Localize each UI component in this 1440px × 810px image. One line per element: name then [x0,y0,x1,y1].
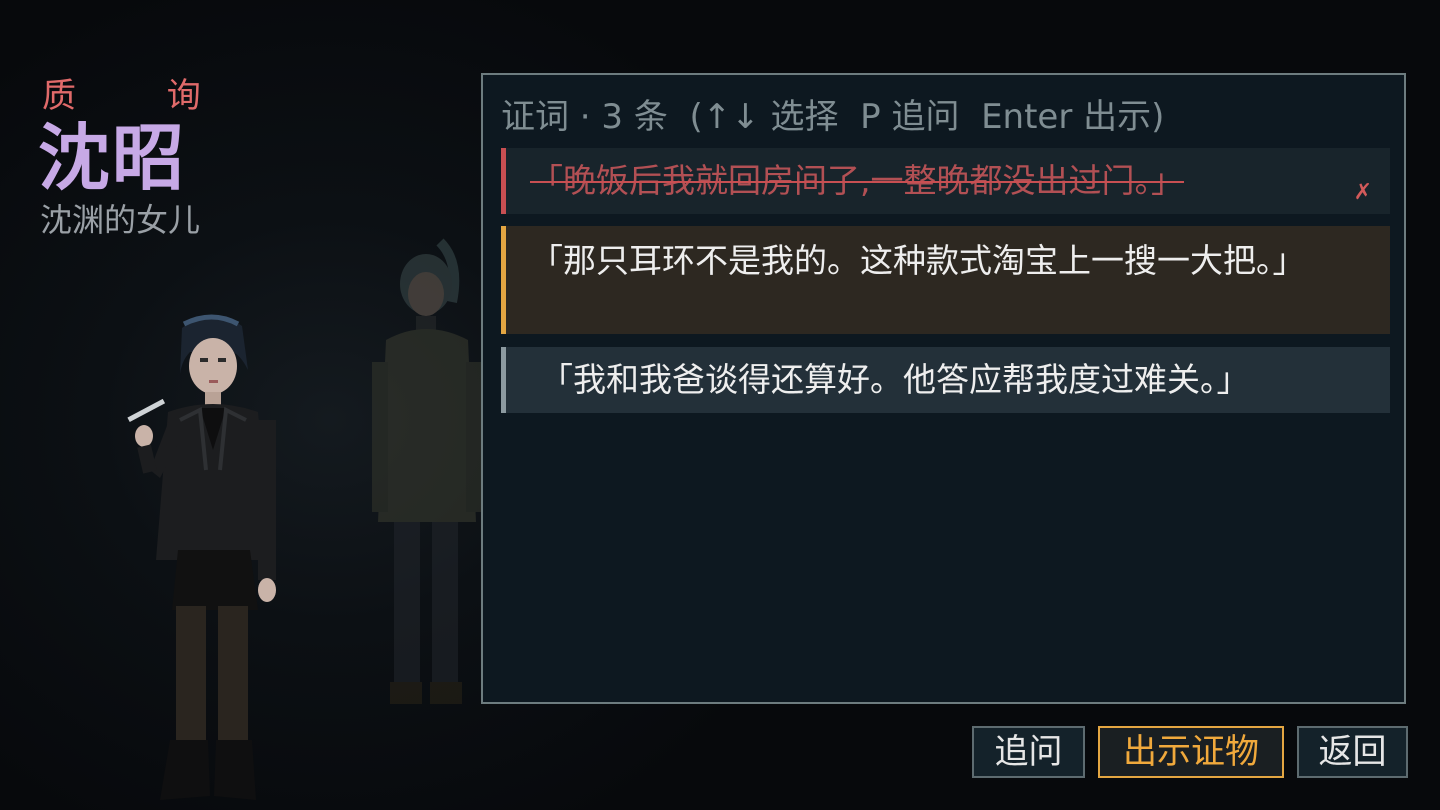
character-description: 沈渊的女儿 [40,201,201,239]
statement-1-contradicted[interactable]: 「晚饭后我就回房间了,一整晚都没出过门。」 ✗ [501,148,1390,214]
statement-3[interactable]: 「我和我爸谈得还算好。他答应帮我度过难关。」 [501,347,1390,413]
character-sprite [127,314,276,800]
character-name: 沈昭 [38,116,187,200]
statement-2-selected[interactable]: 「那只耳环不是我的。这种款式淘宝上一搜一大把。」 [501,226,1390,334]
present-evidence-button[interactable]: 出示证物 [1098,726,1284,778]
testimony-header: 证词 · 3 条 (↑↓ 选择 P 追问 Enter 出示) [501,97,1165,137]
statement-text: 「那只耳环不是我的。这种款式淘宝上一搜一大把。」 [530,241,1306,280]
game-screen: 质 询 沈昭 沈渊的女儿 证词 · 3 条 (↑↓ 选择 P 追问 Enter … [0,0,1440,810]
statement-text: 「晚饭后我就回房间了,一整晚都没出过门。」 [530,161,1184,200]
back-button[interactable]: 返回 [1297,726,1408,778]
press-button[interactable]: 追问 [972,726,1085,778]
background-character-sprite [372,238,482,704]
mode-label: 质 询 [42,76,241,116]
contradiction-mark-icon: ✗ [1353,180,1372,205]
testimony-panel: 证词 · 3 条 (↑↓ 选择 P 追问 Enter 出示) 「晚饭后我就回房间… [481,73,1406,704]
statement-text: 「我和我爸谈得还算好。他答应帮我度过难关。」 [540,360,1250,399]
